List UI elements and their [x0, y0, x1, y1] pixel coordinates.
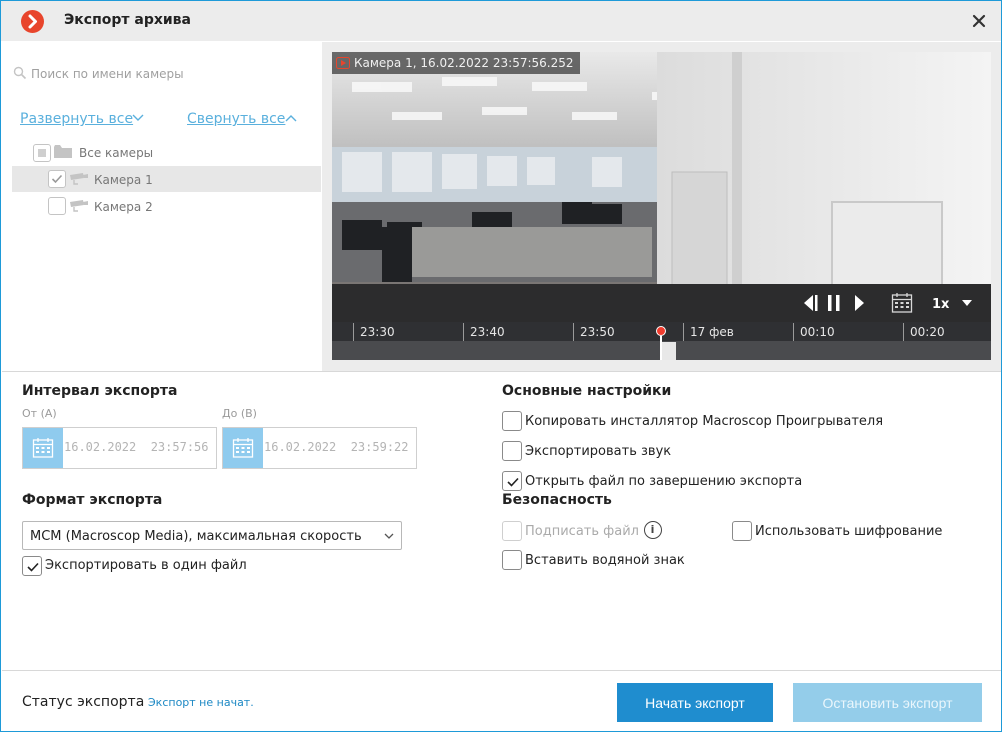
to-calendar-button[interactable] [223, 428, 263, 468]
close-button[interactable] [967, 9, 991, 33]
export-archive-dialog: Экспорт архива Развернуть все Свернуть в… [0, 0, 1002, 732]
export-audio-checkbox[interactable] [502, 441, 522, 461]
export-audio-label: Экспортировать звук [525, 444, 672, 459]
timeline-label: 23:30 [360, 325, 395, 339]
open-file-checkbox[interactable] [502, 471, 522, 491]
chevron-down-icon[interactable] [132, 114, 144, 122]
calendar-icon [232, 438, 254, 458]
folder-icon [54, 145, 72, 158]
step-forward-icon[interactable] [851, 293, 869, 313]
pause-icon[interactable] [825, 293, 843, 313]
open-file-label: Открыть файл по завершению экспорта [525, 474, 803, 489]
info-icon[interactable]: i [644, 521, 662, 539]
watermark-checkbox[interactable] [502, 550, 522, 570]
title-bar: Экспорт архива [1, 1, 1001, 41]
playhead-marker[interactable] [656, 326, 666, 336]
calendar-icon [32, 438, 54, 458]
format-select-value: MCM (Macroscop Media), максимальная скор… [30, 529, 362, 544]
window-title: Экспорт архива [64, 12, 191, 28]
to-date-value: 16.02.2022 23:59:22 [264, 440, 409, 454]
sign-file-label: Подписать файл [525, 524, 639, 539]
timeline-tick [683, 323, 684, 341]
stop-export-button: Остановить экспорт [793, 683, 982, 722]
collapse-all-link[interactable]: Свернуть все [187, 111, 285, 127]
camera-icon [70, 173, 88, 185]
search-icon [13, 66, 27, 80]
to-date-field[interactable]: 16.02.2022 23:59:22 [222, 427, 417, 469]
encryption-checkbox[interactable] [732, 521, 752, 541]
from-label: От (А) [22, 407, 57, 420]
divider [2, 371, 1001, 372]
timeline-tick [573, 323, 574, 341]
camera-2-checkbox[interactable] [48, 197, 66, 215]
speed-dropdown-icon[interactable] [961, 299, 973, 307]
chevron-down-icon [384, 533, 394, 539]
copy-installer-checkbox[interactable] [502, 411, 522, 431]
tree-item-label: Камера 1 [94, 173, 153, 187]
export-interval-selection[interactable] [662, 342, 676, 360]
single-file-checkbox[interactable] [22, 556, 42, 576]
checkmark-icon [507, 477, 519, 487]
timeline-tick [463, 323, 464, 341]
tree-item-label: Камера 2 [94, 200, 153, 214]
checkmark-icon [27, 562, 39, 572]
divider [2, 670, 1001, 671]
from-calendar-button[interactable] [23, 428, 63, 468]
macroscop-logo-icon [21, 10, 44, 33]
camera-icon [70, 200, 88, 212]
tree-item-all-cameras[interactable]: Все камеры [12, 140, 321, 166]
close-icon [972, 14, 986, 28]
camera-timestamp-overlay: Камера 1, 16.02.2022 23:57:56.252 [332, 52, 580, 74]
timeline-label: 00:10 [800, 325, 835, 339]
timeline-tick [903, 323, 904, 341]
sign-file-checkbox [502, 521, 522, 541]
format-select[interactable]: MCM (Macroscop Media), максимальная скор… [22, 521, 402, 550]
copy-installer-label: Копировать инсталлятор Macroscop Проигры… [525, 414, 884, 429]
to-label: До (В) [222, 407, 257, 420]
step-back-icon[interactable] [801, 293, 819, 313]
timeline-label: 23:40 [470, 325, 505, 339]
timeline-tick [793, 323, 794, 341]
calendar-icon[interactable] [891, 292, 913, 314]
chevron-up-icon[interactable] [285, 114, 297, 122]
timeline-label: 23:50 [580, 325, 615, 339]
from-date-value: 16.02.2022 23:57:56 [64, 440, 209, 454]
timeline-tick [353, 323, 354, 341]
encryption-label: Использовать шифрование [755, 524, 943, 539]
camera-timestamp: Камера 1, 16.02.2022 23:57:56.252 [354, 56, 574, 70]
settings-title: Основные настройки [502, 383, 672, 399]
checkmark-icon [51, 174, 63, 184]
camera-1-checkbox[interactable] [48, 170, 66, 188]
tree-item-camera-2[interactable]: Камера 2 [12, 193, 321, 219]
start-export-button[interactable]: Начать экспорт [617, 683, 773, 722]
export-status-value: Экспорт не начат. [148, 696, 254, 709]
tree-item-camera-1[interactable]: Камера 1 [12, 166, 321, 192]
timeline-label: 00:20 [910, 325, 945, 339]
from-date-field[interactable]: 16.02.2022 23:57:56 [22, 427, 217, 469]
timeline-label: 17 фев [690, 325, 734, 339]
playback-speed[interactable]: 1x [932, 297, 949, 312]
tree-item-label: Все камеры [79, 146, 154, 160]
security-title: Безопасность [502, 492, 612, 508]
interval-title: Интервал экспорта [22, 383, 178, 399]
single-file-label: Экспортировать в один файл [45, 558, 247, 573]
camera-search [11, 63, 311, 85]
watermark-label: Вставить водяной знак [525, 553, 685, 568]
format-title: Формат экспорта [22, 492, 163, 508]
all-cameras-checkbox[interactable] [33, 144, 51, 162]
expand-all-link[interactable]: Развернуть все [20, 111, 133, 127]
record-icon [336, 57, 350, 69]
camera-search-input[interactable] [31, 63, 311, 85]
export-status-label: Статус экспорта [22, 694, 145, 710]
